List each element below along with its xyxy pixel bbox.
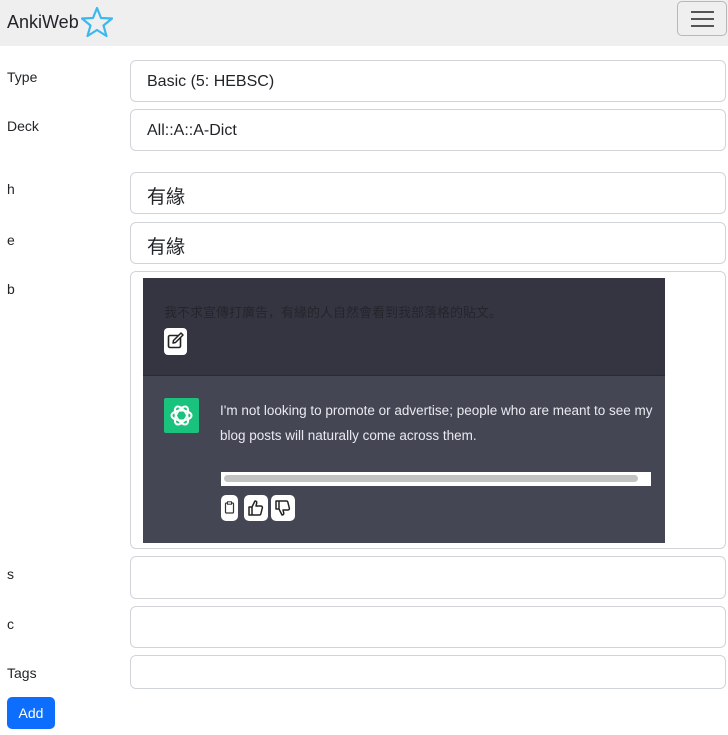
hamburger-icon-bar	[691, 25, 714, 27]
scrollbar-thumb	[224, 475, 638, 482]
menu-toggle-button[interactable]	[677, 1, 727, 36]
chat-screenshot: 我不求宣傳打廣告，有緣的人自然會看到我部落格的貼文。 I'm not looki…	[143, 278, 665, 543]
h-field-value: 有緣	[147, 187, 186, 208]
thumbs-up-icon	[244, 495, 268, 521]
type-value: Basic (5: HEBSC)	[147, 73, 275, 90]
brand-name: AnkiWeb	[7, 11, 79, 32]
e-field-input[interactable]: 有緣	[130, 222, 726, 264]
user-message-text: 我不求宣傳打廣告，有緣的人自然會看到我部落格的貼文。	[164, 305, 503, 320]
deck-select[interactable]: All::A::A-Dict	[130, 109, 726, 151]
navbar: AnkiWeb	[0, 0, 728, 46]
h-field-label: h	[7, 181, 15, 197]
e-field-value: 有緣	[147, 237, 186, 258]
type-label: Type	[7, 69, 38, 85]
b-field-label: b	[7, 281, 15, 297]
user-message-block: 我不求宣傳打廣告，有緣的人自然會看到我部落格的貼文。	[143, 278, 665, 376]
thumbs-down-icon	[271, 495, 295, 521]
add-button[interactable]: Add	[7, 697, 55, 729]
c-field-input[interactable]	[130, 606, 726, 648]
h-field-input[interactable]: 有緣	[130, 172, 726, 214]
c-field-label: c	[7, 616, 14, 632]
s-field-input[interactable]	[130, 556, 726, 599]
edit-icon	[164, 328, 187, 355]
tags-label: Tags	[7, 665, 37, 681]
deck-label: Deck	[7, 118, 39, 134]
hamburger-icon-bar	[691, 18, 714, 20]
star-logo-icon	[80, 6, 113, 38]
s-field-label: s	[7, 566, 14, 582]
chatgpt-logo-icon	[164, 398, 199, 433]
tags-input[interactable]	[130, 655, 726, 689]
clipboard-icon	[221, 495, 238, 521]
e-field-label: e	[7, 232, 15, 248]
assistant-message-text: I'm not looking to promote or advertise;…	[220, 403, 653, 443]
type-select[interactable]: Basic (5: HEBSC)	[130, 60, 726, 102]
b-field-input[interactable]: 我不求宣傳打廣告，有緣的人自然會看到我部落格的貼文。 I'm not looki…	[130, 271, 726, 549]
code-scrollbar	[221, 472, 651, 486]
hamburger-icon	[691, 11, 714, 13]
deck-value: All::A::A-Dict	[147, 122, 237, 139]
brand-link[interactable]: AnkiWeb	[7, 6, 113, 38]
